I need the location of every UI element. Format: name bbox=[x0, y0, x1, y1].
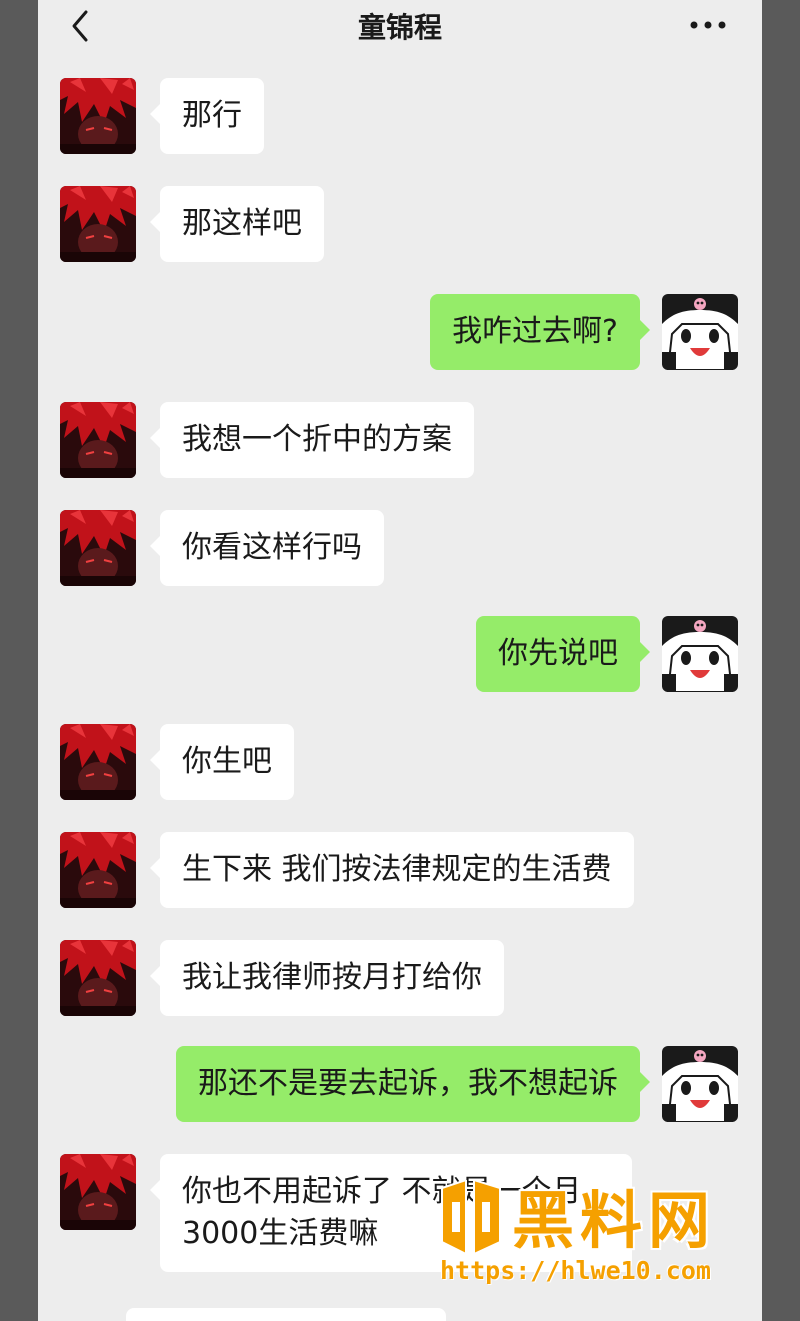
contact-avatar[interactable] bbox=[60, 832, 136, 908]
chat-screen: 童锦程 那行 那这样吧 我咋过去啊? 我想一个折中的方案 你看这样行吗 你先说吧… bbox=[38, 0, 762, 1321]
message-bubble: 你生吧 bbox=[150, 724, 294, 800]
anime-character-avatar-icon bbox=[60, 940, 136, 1016]
anime-character-avatar-icon bbox=[60, 724, 136, 800]
message-bubble: 那这样吧 bbox=[150, 186, 324, 262]
contact-avatar[interactable] bbox=[60, 724, 136, 800]
back-button[interactable] bbox=[66, 8, 96, 44]
watermark-title: 黑料网 bbox=[512, 1184, 717, 1257]
anime-character-avatar-icon bbox=[60, 186, 136, 262]
anime-character-avatar-icon bbox=[60, 510, 136, 586]
cartoon-character-avatar-icon bbox=[662, 616, 738, 692]
chat-header: 童锦程 bbox=[38, 0, 762, 52]
contact-avatar[interactable] bbox=[60, 78, 136, 154]
message-bubble: 你先说吧 bbox=[476, 616, 650, 692]
anime-character-avatar-icon bbox=[60, 78, 136, 154]
chevron-left-icon bbox=[72, 10, 88, 42]
message-bubble: 你看这样行吗 bbox=[150, 510, 384, 586]
message-bubble: 我让我律师按月打给你 bbox=[150, 940, 504, 1016]
partial-message-bubble bbox=[126, 1308, 446, 1321]
contact-avatar[interactable] bbox=[60, 186, 136, 262]
watermark: 黑料网 https://hlwe10.com bbox=[438, 1170, 768, 1300]
contact-avatar[interactable] bbox=[60, 402, 136, 478]
my-avatar[interactable] bbox=[662, 616, 738, 692]
cartoon-character-avatar-icon bbox=[662, 1046, 738, 1122]
message-bubble: 那行 bbox=[150, 78, 264, 154]
message-bubble: 我咋过去啊? bbox=[430, 294, 650, 370]
my-avatar[interactable] bbox=[662, 1046, 738, 1122]
watermark-logo-icon bbox=[441, 1180, 501, 1254]
more-button[interactable] bbox=[688, 12, 728, 38]
anime-character-avatar-icon bbox=[60, 832, 136, 908]
chat-title: 童锦程 bbox=[357, 11, 442, 44]
message-bubble: 我想一个折中的方案 bbox=[150, 402, 474, 478]
contact-avatar[interactable] bbox=[60, 1154, 136, 1230]
my-avatar[interactable] bbox=[662, 294, 738, 370]
contact-avatar[interactable] bbox=[60, 510, 136, 586]
anime-character-avatar-icon bbox=[60, 1154, 136, 1230]
message-bubble: 那还不是要去起诉，我不想起诉 bbox=[176, 1046, 650, 1122]
more-dots-icon bbox=[690, 21, 726, 29]
cartoon-character-avatar-icon bbox=[662, 294, 738, 370]
watermark-url: https://hlwe10.com bbox=[440, 1256, 711, 1285]
message-bubble: 生下来 我们按法律规定的生活费 bbox=[150, 832, 634, 908]
anime-character-avatar-icon bbox=[60, 402, 136, 478]
contact-avatar[interactable] bbox=[60, 940, 136, 1016]
